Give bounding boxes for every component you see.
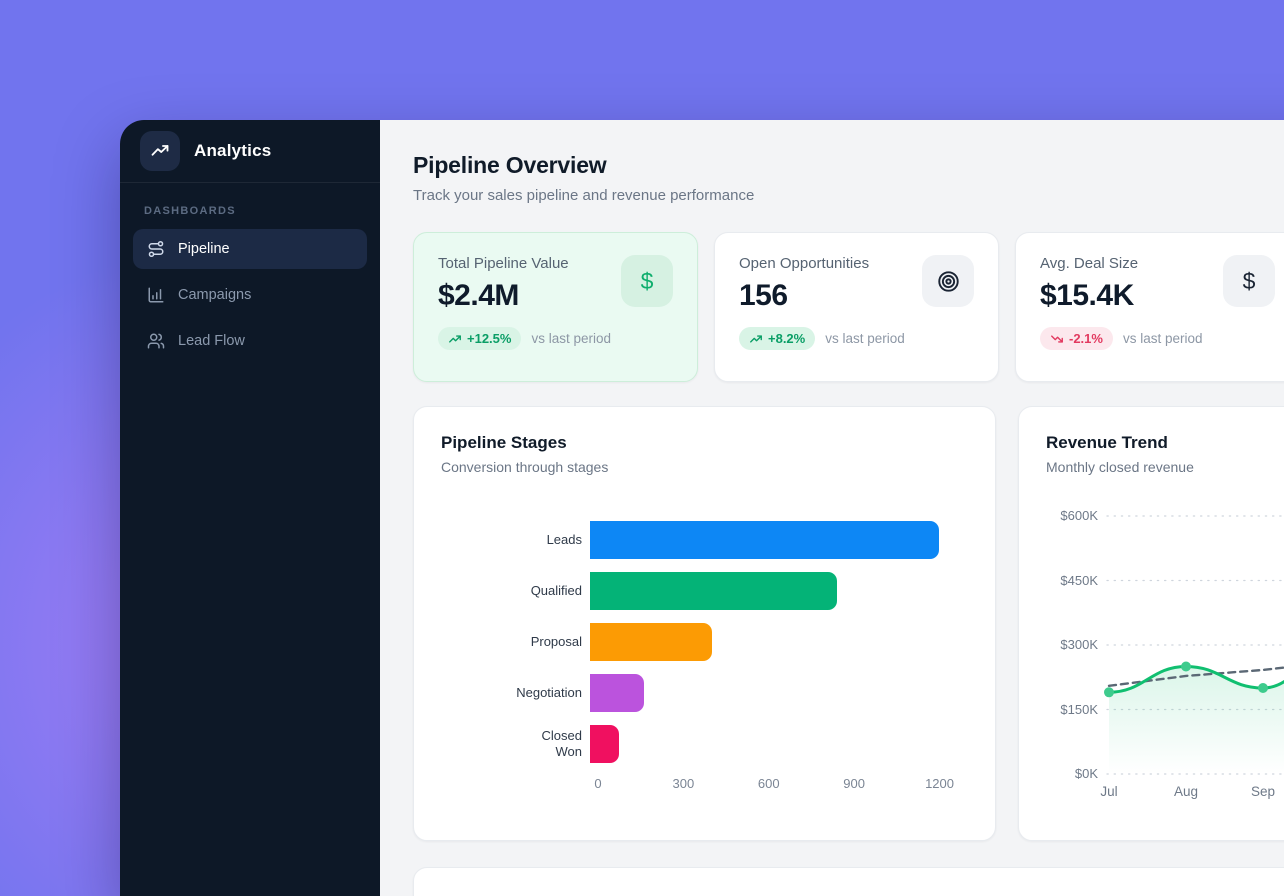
revenue-trend-card: Revenue Trend Monthly closed revenue $0K… — [1018, 406, 1284, 841]
bar-row: Qualified — [441, 572, 968, 610]
kpi-delta-badge: +12.5% — [438, 327, 521, 350]
users-icon — [147, 332, 165, 350]
kpi-compare-label: vs last period — [825, 331, 905, 346]
x-axis-tick: 300 — [673, 776, 695, 791]
kpi-value: $2.4M — [438, 279, 611, 313]
pipeline-stages-card: Pipeline Stages Conversion through stage… — [413, 406, 996, 841]
sidebar-item-campaigns[interactable]: Campaigns — [133, 275, 367, 315]
kpi-title: Total Pipeline Value — [438, 255, 611, 272]
sidebar-nav: Pipeline Campaigns Lead Flow — [120, 229, 380, 361]
bar-row: Closed Won — [441, 725, 968, 763]
kpi-card: Avg. Deal Size $15.4K -2.1% vs last peri… — [1015, 232, 1284, 382]
x-axis-tick: 900 — [843, 776, 865, 791]
bar-row: Negotiation — [441, 674, 968, 712]
y-axis-tick: $0K — [1046, 766, 1098, 781]
sidebar-section-label: DASHBOARDS — [144, 205, 356, 217]
app-name: Analytics — [194, 141, 271, 161]
sidebar: Analytics DASHBOARDS Pipeline Campaigns Le… — [120, 120, 380, 896]
bar-3 — [590, 674, 644, 712]
kpi-compare-label: vs last period — [531, 331, 611, 346]
sidebar-item-lead-flow[interactable]: Lead Flow — [133, 321, 367, 361]
chart-subtitle: Monthly closed revenue — [1046, 459, 1284, 475]
x-axis-tick: Aug — [1174, 784, 1198, 799]
kpi-value: 156 — [739, 279, 905, 313]
chart-title: Pipeline Stages — [441, 433, 968, 453]
kpi-title: Avg. Deal Size — [1040, 255, 1203, 272]
bar-category-label: Leads — [441, 532, 590, 548]
analytics-app-window: Analytics DASHBOARDS Pipeline Campaigns Le… — [120, 120, 1284, 896]
sidebar-item-pipeline[interactable]: Pipeline — [133, 229, 367, 269]
bar-1 — [590, 572, 837, 610]
kpi-row: Total Pipeline Value $2.4M +12.5% vs las… — [413, 232, 1284, 382]
kpi-compare-label: vs last period — [1123, 331, 1203, 346]
app-logo: Analytics — [120, 120, 380, 183]
kpi-delta-badge: +8.2% — [739, 327, 815, 350]
chart-title: Revenue Trend — [1046, 433, 1284, 453]
kpi-title: Open Opportunities — [739, 255, 905, 272]
dollar-icon: $ — [621, 255, 673, 307]
bar-2 — [590, 623, 712, 661]
x-axis-tick: 600 — [758, 776, 780, 791]
bar-row: Leads — [441, 521, 968, 559]
desktop-background: Analytics DASHBOARDS Pipeline Campaigns Le… — [0, 0, 1284, 896]
bar-category-label: Qualified — [441, 583, 590, 599]
main-content: Pipeline Overview Track your sales pipel… — [380, 120, 1284, 896]
revenue-trend-line-chart: $0K$150K$300K$450K$600KJulAugSep — [1107, 516, 1284, 774]
data-point-dot — [1104, 687, 1114, 697]
revenue-trend-plot — [1107, 516, 1284, 774]
target-icon — [922, 255, 974, 307]
revenue-area-fill — [1109, 645, 1284, 774]
bar-category-label: Closed Won — [441, 728, 590, 761]
bar-row: Proposal — [441, 623, 968, 661]
data-point-dot — [1181, 662, 1191, 672]
trending-up-icon — [140, 131, 180, 171]
page-title: Pipeline Overview — [413, 152, 1284, 179]
sidebar-item-label: Campaigns — [178, 287, 251, 303]
x-axis-ticks: 03006009001200 — [598, 776, 968, 796]
sidebar-item-label: Pipeline — [178, 241, 230, 257]
x-axis-tick: Sep — [1251, 784, 1275, 799]
trending-up-icon — [448, 332, 462, 346]
chart-subtitle: Conversion through stages — [441, 459, 968, 475]
bottom-card-partial — [413, 867, 1284, 896]
dollar-icon: $ — [1223, 255, 1275, 307]
trending-up-icon — [749, 332, 763, 346]
bar-category-label: Proposal — [441, 634, 590, 650]
bar-category-label: Negotiation — [441, 685, 590, 701]
bar-0 — [590, 521, 939, 559]
route-icon — [147, 240, 165, 258]
bar-4 — [590, 725, 619, 763]
sidebar-item-label: Lead Flow — [178, 333, 245, 349]
x-axis-tick: 0 — [594, 776, 601, 791]
kpi-card: Open Opportunities 156 +8.2% vs last per… — [714, 232, 999, 382]
y-axis-tick: $450K — [1046, 573, 1098, 588]
y-axis-tick: $600K — [1046, 508, 1098, 523]
page-subtitle: Track your sales pipeline and revenue pe… — [413, 187, 1284, 204]
y-axis-tick: $150K — [1046, 702, 1098, 717]
pipeline-stages-bar-chart: Leads Qualified Proposal Negotiation Clo… — [441, 521, 968, 796]
kpi-delta-badge: -2.1% — [1040, 327, 1113, 350]
kpi-card: Total Pipeline Value $2.4M +12.5% vs las… — [413, 232, 698, 382]
trending-down-icon — [1050, 332, 1064, 346]
bar-chart-icon — [147, 286, 165, 304]
data-point-dot — [1258, 683, 1268, 693]
y-axis-tick: $300K — [1046, 637, 1098, 652]
charts-row: Pipeline Stages Conversion through stage… — [413, 406, 1284, 841]
kpi-value: $15.4K — [1040, 279, 1203, 313]
x-axis-tick: Jul — [1100, 784, 1117, 799]
x-axis-tick: 1200 — [925, 776, 954, 791]
